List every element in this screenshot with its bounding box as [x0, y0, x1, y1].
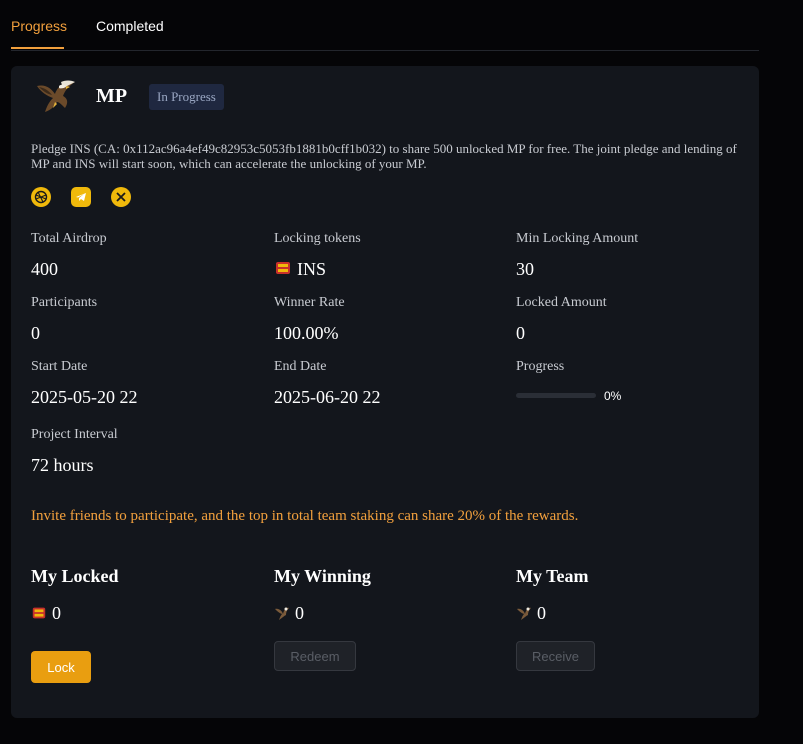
my-locked-value: 0: [31, 603, 61, 624]
lock-button[interactable]: Lock: [31, 651, 91, 683]
locked-amount-value: 0: [516, 323, 525, 343]
winner-rate-label: Winner Rate: [274, 295, 345, 310]
ins-token-icon: [32, 607, 46, 619]
invite-message: Invite friends to participate, and the t…: [31, 508, 579, 524]
min-locking-amount-label: Min Locking Amount: [516, 231, 639, 246]
min-locking-amount-value: 30: [516, 259, 534, 279]
winner-rate-value: 100.00%: [274, 323, 339, 343]
project-title: MP: [96, 85, 128, 107]
website-icon[interactable]: [31, 187, 51, 207]
project-card: MP In Progress Pledge INS (CA: 0x112ac96…: [11, 66, 759, 718]
mp-token-icon: [275, 607, 289, 620]
eagle-logo-icon: [37, 80, 75, 112]
tab-bar: Progress Completed: [11, 0, 759, 51]
my-locked-title: My Locked: [31, 566, 119, 586]
tab-completed[interactable]: Completed: [96, 18, 164, 34]
redeem-button[interactable]: Redeem: [274, 641, 356, 671]
my-team-value: 0: [516, 603, 546, 624]
progress-label: Progress: [516, 359, 565, 374]
progress-percent: 0%: [604, 389, 622, 403]
mp-token-icon: [517, 607, 531, 620]
project-interval-value: 72 hours: [31, 455, 94, 475]
my-locked-amount: 0: [52, 603, 61, 623]
locked-amount-label: Locked Amount: [516, 295, 607, 310]
my-team-amount: 0: [537, 603, 546, 623]
start-date-label: Start Date: [31, 359, 88, 374]
x-icon[interactable]: [111, 187, 131, 207]
total-airdrop-value: 400: [31, 259, 58, 279]
ins-token-icon: [276, 262, 290, 274]
start-date-value: 2025-05-20 22: [31, 387, 138, 407]
project-interval-label: Project Interval: [31, 427, 118, 442]
participants-label: Participants: [31, 295, 98, 310]
my-winning-amount: 0: [295, 603, 304, 623]
my-winning-value: 0: [274, 603, 304, 624]
active-tab-indicator: [11, 47, 64, 49]
end-date-value: 2025-06-20 22: [274, 387, 381, 407]
project-description: Pledge INS (CA: 0x112ac96a4ef49c82953c50…: [31, 141, 737, 171]
tab-progress[interactable]: Progress: [11, 18, 67, 34]
my-team-title: My Team: [516, 566, 589, 586]
locking-tokens-value: INS: [274, 259, 326, 280]
my-winning-title: My Winning: [274, 566, 371, 586]
participants-value: 0: [31, 323, 40, 343]
progress-bar: [516, 393, 596, 398]
end-date-label: End Date: [274, 359, 327, 374]
locking-token-name: INS: [297, 259, 327, 279]
telegram-icon[interactable]: [71, 187, 91, 207]
status-badge: In Progress: [149, 84, 224, 110]
total-airdrop-label: Total Airdrop: [31, 231, 107, 246]
receive-button[interactable]: Receive: [516, 641, 595, 671]
locking-tokens-label: Locking tokens: [274, 231, 361, 246]
